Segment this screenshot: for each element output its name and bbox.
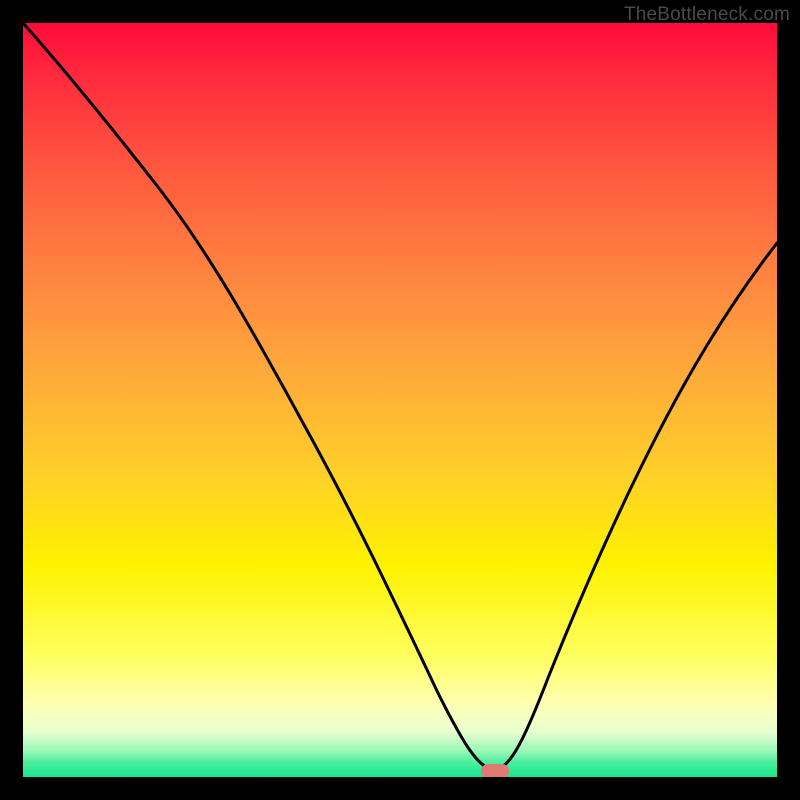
watermark-label: TheBottleneck.com [624,4,790,26]
curve-layer [23,23,777,777]
chart-frame: TheBottleneck.com [0,0,800,800]
optimal-marker [481,764,509,777]
bottleneck-curve [23,23,777,770]
plot-area [23,23,777,777]
